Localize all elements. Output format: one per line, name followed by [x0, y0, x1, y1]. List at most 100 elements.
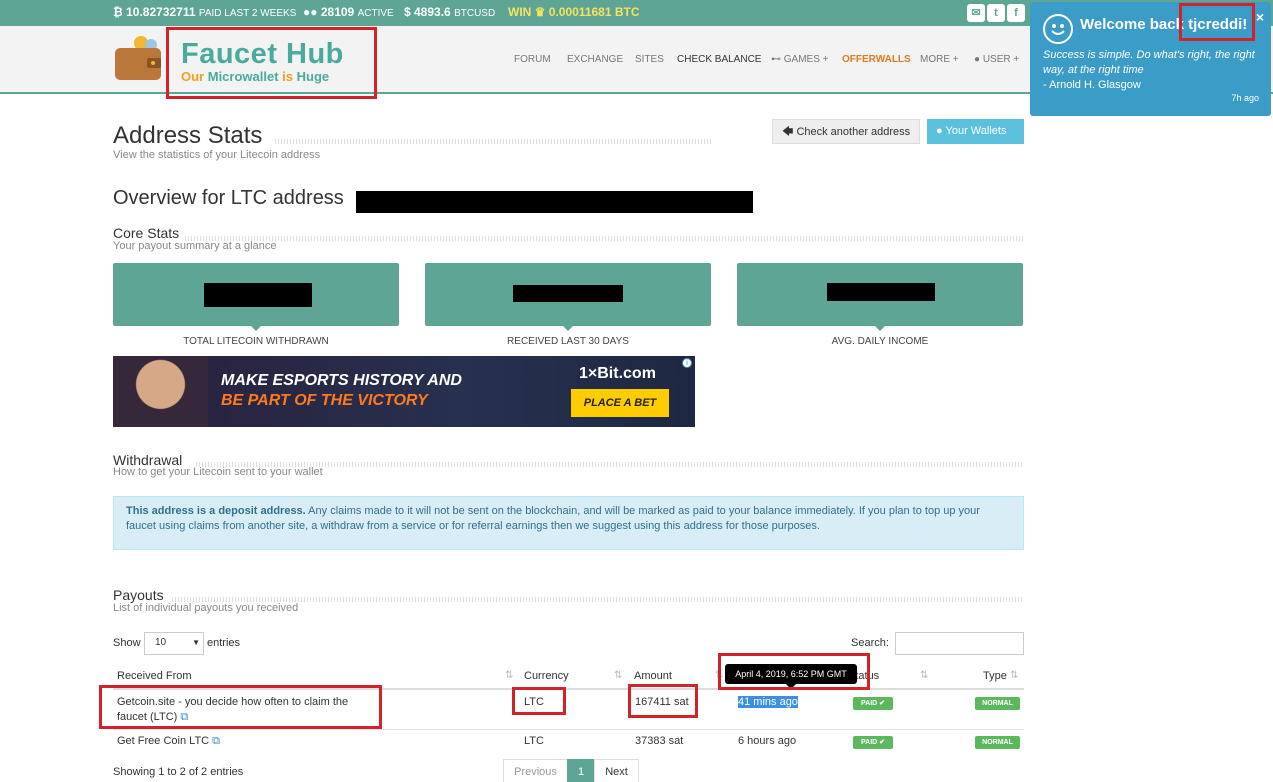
- payouts-subtitle: List of individual payouts you received: [113, 602, 299, 614]
- row2-time: 6 hours ago: [738, 735, 797, 747]
- external-link-icon[interactable]: ⧉: [212, 735, 220, 747]
- wallet-icon[interactable]: [113, 34, 165, 82]
- page-title: Address Stats: [113, 122, 263, 149]
- table-info: Showing 1 to 2 of 2 entries: [113, 766, 244, 778]
- withdrawal-subtitle: How to get your Litecoin sent to your wa…: [113, 466, 323, 478]
- redacted-value: [204, 283, 312, 307]
- row1-type-badge: NORMAL: [975, 697, 1020, 710]
- close-icon[interactable]: ×: [1256, 9, 1264, 25]
- deposit-address-alert: This address is a deposit address. Any c…: [113, 496, 1024, 550]
- nav-offerwalls[interactable]: OFFERWALLS: [842, 54, 911, 65]
- ad-headline-2: BE PART OF THE VICTORY: [221, 392, 428, 409]
- core-stats-heading: Core Stats: [113, 225, 180, 241]
- notification-time: 7h ago: [1231, 93, 1259, 103]
- quote-author: - Arnold H. Glasgow: [1043, 79, 1141, 91]
- nav-forum[interactable]: FORUM: [514, 54, 551, 65]
- btcusd-value: $ 4893.6: [404, 5, 451, 19]
- search-input[interactable]: [895, 632, 1024, 655]
- annotation-box-time: [718, 653, 870, 690]
- active-users-stat: ●● 28109 ACTIVE: [303, 5, 394, 19]
- row2-status-badge: PAID ✔: [853, 736, 893, 749]
- notification-quote: Success is simple. Do what's right, the …: [1043, 49, 1255, 76]
- user-icon: ●: [974, 54, 981, 65]
- your-wallets-label: Your Wallets: [945, 125, 1007, 137]
- payouts-heading: Payouts: [113, 587, 164, 603]
- win-stat: WIN ♛ 0.00011681 BTC: [508, 5, 640, 19]
- sort-icon[interactable]: ⇅: [505, 670, 513, 681]
- user-icon: ●: [936, 125, 943, 137]
- ad-player-image: [113, 356, 208, 427]
- annotation-box-amount: [628, 684, 698, 718]
- nav-check-balance[interactable]: CHECK BALANCE: [677, 54, 761, 65]
- overview-heading: Overview for LTC address: [113, 187, 344, 209]
- stat-label-total-withdrawn: TOTAL LITECOIN WITHDRAWN: [183, 336, 329, 347]
- annotation-box-logo: [166, 27, 377, 99]
- your-wallets-button[interactable]: ● Your Wallets: [927, 119, 1024, 144]
- ad-brand: 1×Bit.com: [579, 365, 656, 382]
- pagination-next[interactable]: Next: [594, 759, 639, 782]
- btcusd-label: BTCUSD: [454, 8, 496, 19]
- row2-currency: LTC: [524, 735, 544, 747]
- row1-status-badge: PAID ✔: [853, 697, 893, 710]
- gamepad-icon: ⊷: [771, 54, 781, 65]
- nav-exchange[interactable]: EXCHANGE: [567, 54, 623, 65]
- welcome-text: Welcome back: [1080, 16, 1184, 33]
- nav-games[interactable]: ⊷ GAMES +: [771, 54, 829, 65]
- title-divider: [275, 139, 712, 144]
- row2-from-link[interactable]: Get Free Coin LTC: [117, 735, 209, 747]
- win-label: WIN: [508, 5, 532, 19]
- core-stats-subtitle: Your payout summary at a glance: [113, 240, 277, 252]
- sort-icon[interactable]: ⇅: [614, 670, 622, 681]
- column-type[interactable]: Type: [983, 670, 1007, 682]
- ad-headline-1: MAKE ESPORTS HISTORY AND: [221, 372, 462, 389]
- btc-paid-value: 10.82732711: [126, 5, 196, 19]
- row1-time: 41 mins ago: [738, 696, 798, 708]
- arrow-left-icon: 🡄: [782, 126, 794, 138]
- check-another-address-label: Check another address: [796, 126, 911, 138]
- ad-info-icon[interactable]: i: [682, 358, 692, 368]
- ad-cta-button[interactable]: PLACE A BET: [571, 389, 669, 417]
- check-another-address-button[interactable]: 🡄 Check another address: [772, 119, 921, 144]
- annotation-box-username: [1179, 3, 1255, 41]
- row2-amount: 37383 sat: [635, 735, 684, 747]
- entries-value: 10: [155, 637, 167, 648]
- win-value: 0.00011681 BTC: [548, 5, 640, 19]
- column-amount[interactable]: Amount: [634, 670, 672, 682]
- entries-label: entries: [207, 637, 241, 649]
- column-currency[interactable]: Currency: [524, 670, 569, 682]
- ad-banner[interactable]: MAKE ESPORTS HISTORY AND BE PART OF THE …: [113, 356, 695, 427]
- pagination-page-1[interactable]: 1: [567, 759, 595, 782]
- search-label: Search:: [851, 637, 889, 649]
- annotation-box-currency: [512, 687, 566, 715]
- row2-type-badge: NORMAL: [975, 736, 1020, 749]
- row-divider: [113, 729, 1024, 730]
- alert-bold: This address is a deposit address.: [126, 505, 306, 517]
- twitter-icon[interactable]: t: [987, 4, 1005, 22]
- annotation-box-source: [99, 685, 382, 729]
- show-label: Show: [113, 637, 141, 649]
- nav-user[interactable]: ● USER +: [974, 54, 1019, 65]
- facebook-icon[interactable]: f: [1007, 4, 1025, 22]
- entries-select[interactable]: 10: [144, 632, 204, 655]
- row2-from[interactable]: Get Free Coin LTC ⧉: [117, 735, 220, 748]
- core-stats-divider: [185, 236, 1024, 241]
- nav-user-label: USER +: [982, 54, 1020, 65]
- btc-paid-stat: ₿ 10.82732711 PAID LAST 2 WEEKS: [113, 5, 297, 19]
- sort-icon[interactable]: ⇅: [920, 670, 928, 681]
- btc-paid-label: PAID LAST 2 WEEKS: [198, 8, 297, 19]
- column-received-from[interactable]: Received From: [117, 670, 192, 682]
- sort-icon[interactable]: ⇅: [1010, 670, 1018, 681]
- active-label: ACTIVE: [357, 8, 394, 19]
- nav-sites[interactable]: SITES: [635, 54, 664, 65]
- redacted-address: [356, 191, 753, 213]
- nav-games-label: GAMES +: [783, 54, 829, 65]
- pagination-previous[interactable]: Previous: [503, 759, 568, 782]
- redacted-value: [513, 285, 623, 302]
- smiley-icon: [1043, 14, 1073, 44]
- active-count: 28109: [320, 5, 355, 19]
- page-subtitle: View the statistics of your Litecoin add…: [113, 149, 321, 161]
- payouts-divider: [172, 597, 1024, 602]
- envelope-icon[interactable]: ✉: [967, 4, 985, 22]
- nav-more[interactable]: MORE +: [920, 54, 959, 65]
- stat-label-received-30-days: RECEIVED LAST 30 DAYS: [507, 336, 629, 347]
